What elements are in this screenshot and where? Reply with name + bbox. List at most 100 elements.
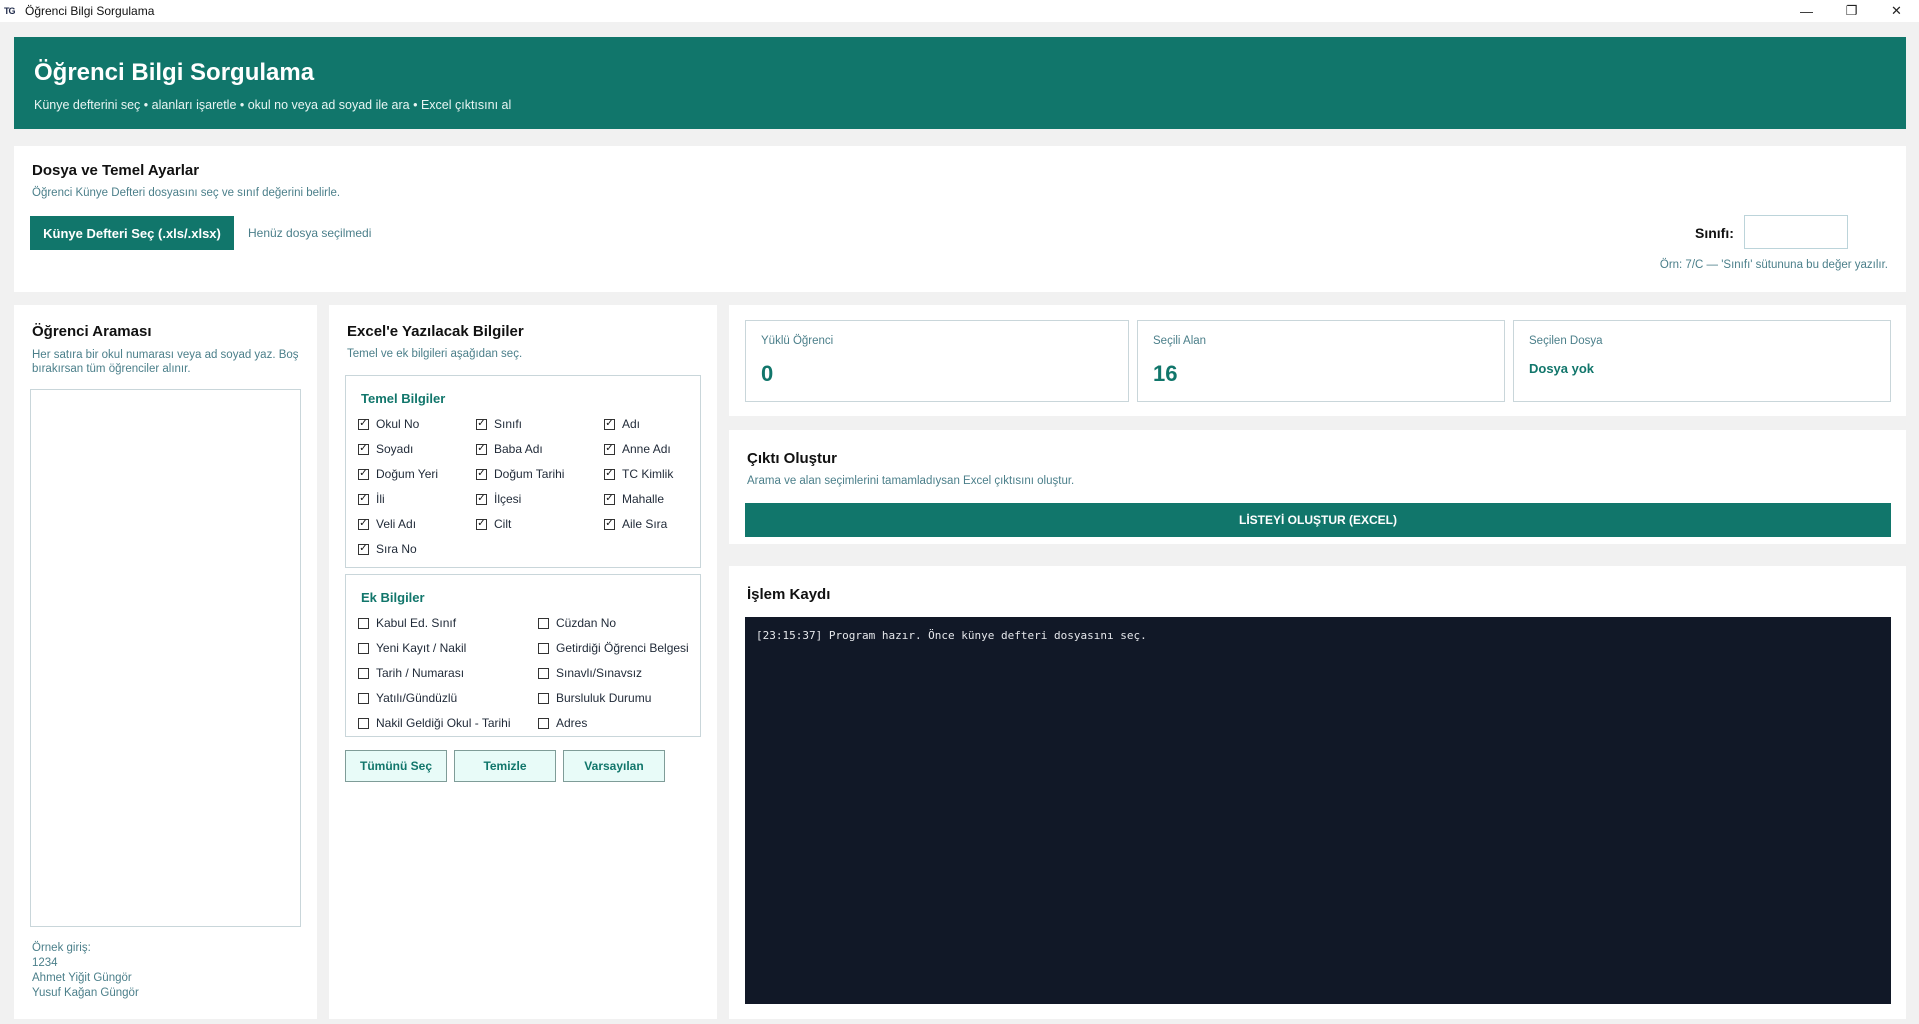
- restore-icon[interactable]: ❐: [1829, 0, 1874, 22]
- checkbox-icon: ✓: [358, 543, 369, 555]
- generate-excel-button[interactable]: LİSTEYİ OLUŞTUR (EXCEL): [745, 503, 1891, 537]
- checkbox-yeni-kayit-nakil[interactable]: Yeni Kayıt / Nakil: [358, 641, 466, 655]
- stat-value: 0: [761, 361, 774, 386]
- stat-label: Yüklü Öğrenci: [761, 335, 834, 347]
- checkbox-icon: [538, 667, 549, 679]
- checkbox-kabul-ed-sinif[interactable]: Kabul Ed. Sınıf: [358, 616, 456, 630]
- excel-fields-description: Temel ve ek bilgileri aşağıdan seç.: [347, 348, 523, 360]
- stat-loaded-students: Yüklü Öğrenci 0: [745, 320, 1129, 402]
- file-settings-description: Öğrenci Künye Defteri dosyasını seç ve s…: [32, 187, 341, 199]
- extra-info-title: Ek Bilgiler: [361, 590, 425, 605]
- student-search-card: Öğrenci Araması Her satıra bir okul numa…: [14, 305, 317, 1019]
- checkbox-sinifi[interactable]: ✓ Sınıfı: [476, 417, 522, 431]
- page-subtitle: Künye defterini seç • alanları işaretle …: [34, 98, 512, 112]
- checkbox-icon: ✓: [358, 518, 369, 530]
- page-title: Öğrenci Bilgi Sorgulama: [34, 59, 315, 86]
- checkbox-dogum-tarihi[interactable]: ✓ Doğum Tarihi: [476, 467, 564, 481]
- checkbox-cilt[interactable]: ✓ Cilt: [476, 517, 511, 531]
- output-description: Arama ve alan seçimlerini tamamladıysan …: [747, 475, 1075, 487]
- excel-fields-title: Excel'e Yazılacak Bilgiler: [347, 323, 524, 340]
- checkbox-icon: [358, 692, 369, 704]
- checkbox-adi[interactable]: ✓ Adı: [604, 417, 640, 431]
- extra-info-group: Ek Bilgiler Kabul Ed. Sınıf Cüzdan No Ye…: [345, 574, 701, 737]
- checkbox-mahalle[interactable]: ✓ Mahalle: [604, 492, 664, 506]
- checkbox-dogum-yeri[interactable]: ✓ Doğum Yeri: [358, 467, 438, 481]
- checkbox-yatili-gunduzlu[interactable]: Yatılı/Gündüzlü: [358, 691, 457, 705]
- close-icon[interactable]: ✕: [1874, 0, 1919, 22]
- checkbox-bursluluk-durumu[interactable]: Bursluluk Durumu: [538, 691, 651, 705]
- checkbox-adres[interactable]: Adres: [538, 716, 587, 730]
- student-search-textarea[interactable]: [30, 389, 301, 927]
- checkbox-ili[interactable]: ✓ İli: [358, 492, 385, 506]
- minimize-icon[interactable]: —: [1784, 0, 1829, 22]
- example-line: Ahmet Yiğit Güngör: [32, 972, 132, 984]
- window-title: Öğrenci Bilgi Sorgulama: [25, 4, 155, 18]
- window-controls: — ❐ ✕: [1784, 0, 1919, 22]
- excel-fields-card: Excel'e Yazılacak Bilgiler Temel ve ek b…: [329, 305, 717, 1019]
- checkbox-icon: [538, 617, 549, 629]
- stat-value: Dosya yok: [1529, 361, 1595, 376]
- checkbox-ogrenci-belgesi[interactable]: Getirdiği Öğrenci Belgesi: [538, 641, 689, 655]
- student-search-title: Öğrenci Araması: [32, 323, 152, 340]
- checkbox-tc-kimlik[interactable]: ✓ TC Kimlik: [604, 467, 673, 481]
- checkbox-baba-adi[interactable]: ✓ Baba Adı: [476, 442, 543, 456]
- app-header: Öğrenci Bilgi Sorgulama Künye defterini …: [14, 37, 1906, 129]
- checkbox-icon: ✓: [476, 468, 487, 480]
- checkbox-icon: ✓: [358, 468, 369, 480]
- checkbox-sinavli-sinavsiz[interactable]: Sınavlı/Sınavsız: [538, 666, 642, 680]
- checkbox-veli-adi[interactable]: ✓ Veli Adı: [358, 517, 416, 531]
- stat-selected-file: Seçilen Dosya Dosya yok: [1513, 320, 1891, 402]
- checkbox-aile-sira[interactable]: ✓ Aile Sıra: [604, 517, 667, 531]
- checkbox-tarih-numarasi[interactable]: Tarih / Numarası: [358, 666, 464, 680]
- checkbox-icon: ✓: [476, 493, 487, 505]
- checkbox-sira-no[interactable]: ✓ Sıra No: [358, 542, 417, 556]
- checkbox-icon: [538, 642, 549, 654]
- checkbox-icon: ✓: [476, 518, 487, 530]
- checkbox-icon: [358, 617, 369, 629]
- log-line: [23:15:37] Program hazır. Önce künye def…: [756, 629, 1147, 642]
- checkbox-icon: ✓: [604, 418, 615, 430]
- checkbox-okul-no[interactable]: ✓ Okul No: [358, 417, 419, 431]
- checkbox-icon: [358, 667, 369, 679]
- checkbox-anne-adi[interactable]: ✓ Anne Adı: [604, 442, 671, 456]
- class-hint: Örn: 7/C — 'Sınıfı' sütununa bu değer ya…: [1659, 259, 1888, 271]
- example-line: 1234: [32, 957, 58, 969]
- example-line: Yusuf Kağan Güngör: [32, 987, 139, 999]
- stat-selected-fields: Seçili Alan 16: [1137, 320, 1505, 402]
- app-logo-icon: TG: [4, 6, 16, 16]
- checkbox-icon: ✓: [358, 443, 369, 455]
- basic-info-title: Temel Bilgiler: [361, 391, 446, 406]
- file-status-text: Henüz dosya seçilmedi: [248, 226, 372, 240]
- log-card: İşlem Kaydı [23:15:37] Program hazır. Ön…: [729, 566, 1906, 1019]
- checkbox-icon: ✓: [476, 443, 487, 455]
- log-title: İşlem Kaydı: [747, 586, 831, 603]
- checkbox-icon: [358, 717, 369, 729]
- output-card: Çıktı Oluştur Arama ve alan seçimlerini …: [729, 430, 1906, 544]
- class-input[interactable]: [1744, 215, 1848, 249]
- checkbox-ilcesi[interactable]: ✓ İlçesi: [476, 492, 521, 506]
- stat-label: Seçili Alan: [1153, 335, 1207, 347]
- file-settings-title: Dosya ve Temel Ayarlar: [32, 162, 200, 179]
- checkbox-icon: ✓: [476, 418, 487, 430]
- checkbox-nakil-geldigi-okul[interactable]: Nakil Geldiği Okul - Tarihi: [358, 716, 511, 730]
- defaults-button[interactable]: Varsayılan: [563, 750, 665, 782]
- checkbox-icon: [538, 717, 549, 729]
- choose-file-button[interactable]: Künye Defteri Seç (.xls/.xlsx): [30, 216, 234, 250]
- student-search-description: Her satıra bir okul numarası veya ad soy…: [32, 349, 299, 375]
- stat-label: Seçilen Dosya: [1529, 335, 1603, 347]
- example-line: Örnek giriş:: [32, 942, 91, 954]
- window-titlebar: TG Öğrenci Bilgi Sorgulama — ❐ ✕: [0, 0, 1919, 22]
- select-all-button[interactable]: Tümünü Seç: [345, 750, 447, 782]
- search-example: Örnek giriş: 1234 Ahmet Yiğit Güngör Yus…: [32, 941, 139, 1001]
- file-settings-card: Dosya ve Temel Ayarlar Öğrenci Künye Def…: [14, 146, 1906, 292]
- log-output[interactable]: [23:15:37] Program hazır. Önce künye def…: [745, 617, 1891, 1004]
- checkbox-icon: [538, 692, 549, 704]
- checkbox-icon: ✓: [358, 418, 369, 430]
- checkbox-icon: ✓: [604, 518, 615, 530]
- clear-button[interactable]: Temizle: [454, 750, 556, 782]
- checkbox-soyadi[interactable]: ✓ Soyadı: [358, 442, 413, 456]
- basic-info-group: Temel Bilgiler ✓ Okul No ✓ Sınıfı ✓ Adı ✓ So…: [345, 375, 701, 568]
- checkbox-cuzdan-no[interactable]: Cüzdan No: [538, 616, 616, 630]
- checkbox-icon: [358, 642, 369, 654]
- stats-card: Yüklü Öğrenci 0 Seçili Alan 16 Seçilen D…: [729, 305, 1906, 416]
